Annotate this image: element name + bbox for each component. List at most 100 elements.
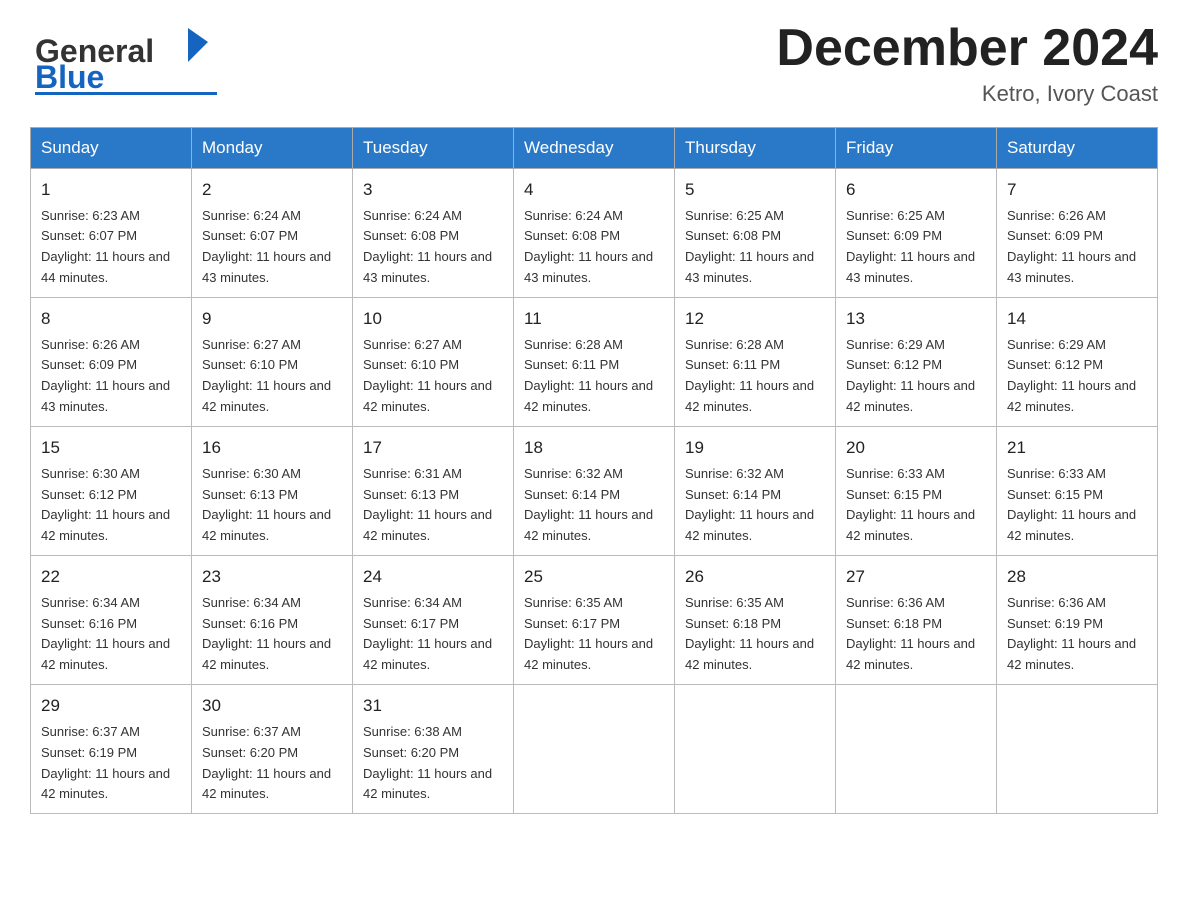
day-info: Sunrise: 6:34 AMSunset: 6:16 PMDaylight:… [202,595,331,673]
calendar-week-3: 15 Sunrise: 6:30 AMSunset: 6:12 PMDayligh… [31,427,1158,556]
day-number: 8 [41,306,181,332]
day-info: Sunrise: 6:30 AMSunset: 6:13 PMDaylight:… [202,466,331,544]
day-number: 15 [41,435,181,461]
day-number: 11 [524,306,664,332]
weekday-header-wednesday: Wednesday [514,128,675,169]
day-info: Sunrise: 6:25 AMSunset: 6:09 PMDaylight:… [846,208,975,286]
day-number: 20 [846,435,986,461]
month-title: December 2024 [776,20,1158,77]
calendar-cell: 16Sunrise: 6:30 AMSunset: 6:13 PMDayligh… [192,427,353,556]
calendar-week-2: 8Sunrise: 6:26 AMSunset: 6:09 PMDaylight… [31,298,1158,427]
day-number: 12 [685,306,825,332]
weekday-header-friday: Friday [836,128,997,169]
day-info: Sunrise: 6:24 AMSunset: 6:07 PMDaylight:… [202,208,331,286]
page-header: General Blue December 2024 Ketro, Ivory … [30,20,1158,107]
calendar-cell: 2 Sunrise: 6:24 AMSunset: 6:07 PMDaylight… [192,169,353,298]
day-info: Sunrise: 6:26 AMSunset: 6:09 PMDaylight:… [1007,208,1136,286]
calendar-cell: 12Sunrise: 6:28 AMSunset: 6:11 PMDayligh… [675,298,836,427]
weekday-header-monday: Monday [192,128,353,169]
calendar-cell: 30 Sunrise: 6:37 AMSunset: 6:20 PMDayligh… [192,685,353,814]
calendar-cell: 5Sunrise: 6:25 AMSunset: 6:08 PMDaylight… [675,169,836,298]
day-info: Sunrise: 6:34 AMSunset: 6:17 PMDaylight:… [363,595,492,673]
calendar-cell: 23Sunrise: 6:34 AMSunset: 6:16 PMDayligh… [192,556,353,685]
calendar-cell: 8Sunrise: 6:26 AMSunset: 6:09 PMDaylight… [31,298,192,427]
calendar-week-5: 29Sunrise: 6:37 AMSunset: 6:19 PMDayligh… [31,685,1158,814]
day-number: 13 [846,306,986,332]
day-info: Sunrise: 6:36 AMSunset: 6:18 PMDaylight:… [846,595,975,673]
day-info: Sunrise: 6:29 AMSunset: 6:12 PMDaylight:… [1007,337,1136,415]
calendar-cell [675,685,836,814]
day-info: Sunrise: 6:27 AMSunset: 6:10 PMDaylight:… [363,337,492,415]
calendar-cell [997,685,1158,814]
calendar-cell: 28 Sunrise: 6:36 AMSunset: 6:19 PMDayligh… [997,556,1158,685]
calendar-cell: 25 Sunrise: 6:35 AMSunset: 6:17 PMDayligh… [514,556,675,685]
day-number: 30 [202,693,342,719]
day-number: 27 [846,564,986,590]
calendar-cell: 6 Sunrise: 6:25 AMSunset: 6:09 PMDaylight… [836,169,997,298]
day-number: 7 [1007,177,1147,203]
calendar-cell: 1 Sunrise: 6:23 AMSunset: 6:07 PMDaylight… [31,169,192,298]
title-section: December 2024 Ketro, Ivory Coast [776,20,1158,107]
day-info: Sunrise: 6:24 AMSunset: 6:08 PMDaylight:… [524,208,653,286]
day-number: 31 [363,693,503,719]
logo-image: General Blue [30,20,220,95]
day-number: 26 [685,564,825,590]
day-info: Sunrise: 6:30 AMSunset: 6:12 PMDaylight:… [41,466,170,544]
day-number: 25 [524,564,664,590]
day-info: Sunrise: 6:27 AMSunset: 6:10 PMDaylight:… [202,337,331,415]
svg-text:Blue: Blue [35,59,104,95]
calendar-cell: 10Sunrise: 6:27 AMSunset: 6:10 PMDayligh… [353,298,514,427]
calendar-cell: 19 Sunrise: 6:32 AMSunset: 6:14 PMDayligh… [675,427,836,556]
day-number: 4 [524,177,664,203]
day-info: Sunrise: 6:32 AMSunset: 6:14 PMDaylight:… [685,466,814,544]
calendar-cell: 24 Sunrise: 6:34 AMSunset: 6:17 PMDayligh… [353,556,514,685]
calendar-cell: 26Sunrise: 6:35 AMSunset: 6:18 PMDayligh… [675,556,836,685]
day-info: Sunrise: 6:34 AMSunset: 6:16 PMDaylight:… [41,595,170,673]
day-info: Sunrise: 6:32 AMSunset: 6:14 PMDaylight:… [524,466,653,544]
day-number: 18 [524,435,664,461]
day-number: 1 [41,177,181,203]
calendar-week-4: 22 Sunrise: 6:34 AMSunset: 6:16 PMDayligh… [31,556,1158,685]
day-number: 24 [363,564,503,590]
day-number: 9 [202,306,342,332]
day-number: 3 [363,177,503,203]
day-info: Sunrise: 6:37 AMSunset: 6:20 PMDaylight:… [202,724,331,802]
day-number: 28 [1007,564,1147,590]
day-number: 6 [846,177,986,203]
day-number: 14 [1007,306,1147,332]
day-number: 21 [1007,435,1147,461]
calendar-table: SundayMondayTuesdayWednesdayThursdayFrid… [30,127,1158,814]
day-number: 22 [41,564,181,590]
day-info: Sunrise: 6:35 AMSunset: 6:17 PMDaylight:… [524,595,653,673]
calendar-cell: 22 Sunrise: 6:34 AMSunset: 6:16 PMDayligh… [31,556,192,685]
day-info: Sunrise: 6:24 AMSunset: 6:08 PMDaylight:… [363,208,492,286]
calendar-cell: 20 Sunrise: 6:33 AMSunset: 6:15 PMDayligh… [836,427,997,556]
calendar-cell: 21 Sunrise: 6:33 AMSunset: 6:15 PMDayligh… [997,427,1158,556]
calendar-week-1: 1 Sunrise: 6:23 AMSunset: 6:07 PMDaylight… [31,169,1158,298]
day-info: Sunrise: 6:38 AMSunset: 6:20 PMDaylight:… [363,724,492,802]
weekday-header-tuesday: Tuesday [353,128,514,169]
day-number: 17 [363,435,503,461]
calendar-cell: 31 Sunrise: 6:38 AMSunset: 6:20 PMDayligh… [353,685,514,814]
weekday-header-sunday: Sunday [31,128,192,169]
calendar-cell: 14 Sunrise: 6:29 AMSunset: 6:12 PMDayligh… [997,298,1158,427]
weekday-header-row: SundayMondayTuesdayWednesdayThursdayFrid… [31,128,1158,169]
day-info: Sunrise: 6:25 AMSunset: 6:08 PMDaylight:… [685,208,814,286]
day-number: 19 [685,435,825,461]
calendar-cell: 9 Sunrise: 6:27 AMSunset: 6:10 PMDaylight… [192,298,353,427]
day-number: 2 [202,177,342,203]
calendar-cell: 13Sunrise: 6:29 AMSunset: 6:12 PMDayligh… [836,298,997,427]
calendar-cell: 17Sunrise: 6:31 AMSunset: 6:13 PMDayligh… [353,427,514,556]
day-info: Sunrise: 6:33 AMSunset: 6:15 PMDaylight:… [846,466,975,544]
calendar-cell [514,685,675,814]
calendar-cell: 18 Sunrise: 6:32 AMSunset: 6:14 PMDayligh… [514,427,675,556]
calendar-cell: 29Sunrise: 6:37 AMSunset: 6:19 PMDayligh… [31,685,192,814]
weekday-header-thursday: Thursday [675,128,836,169]
day-number: 29 [41,693,181,719]
location: Ketro, Ivory Coast [776,81,1158,107]
day-info: Sunrise: 6:23 AMSunset: 6:07 PMDaylight:… [41,208,170,286]
calendar-cell [836,685,997,814]
day-info: Sunrise: 6:33 AMSunset: 6:15 PMDaylight:… [1007,466,1136,544]
calendar-cell: 15 Sunrise: 6:30 AMSunset: 6:12 PMDayligh… [31,427,192,556]
day-info: Sunrise: 6:36 AMSunset: 6:19 PMDaylight:… [1007,595,1136,673]
